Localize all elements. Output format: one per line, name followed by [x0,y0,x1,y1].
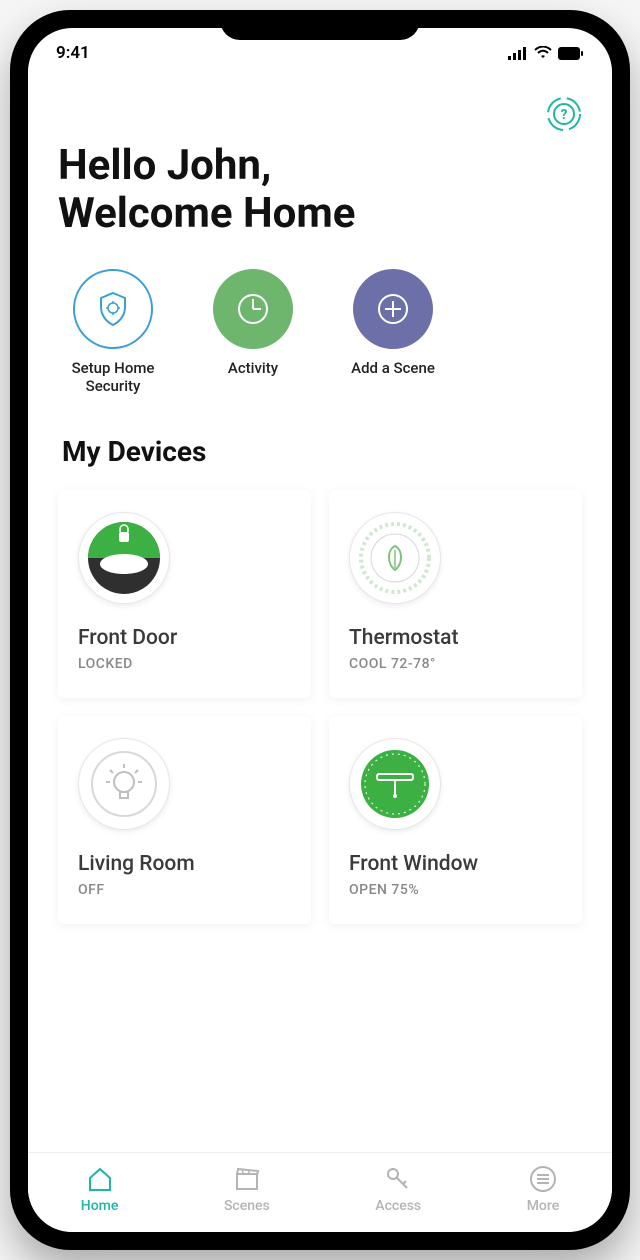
device-status: LOCKED [78,656,291,672]
clapperboard-icon [232,1164,262,1194]
home-icon [85,1164,115,1194]
help-icon[interactable]: ? [546,96,582,132]
lock-device-icon [86,520,162,596]
phone-screen: 9:41 ? Hello John, Welcome Home [28,28,612,1232]
device-grid: Front Door LOCKED Thermostat COOL 72-78° [58,490,582,924]
tab-home[interactable]: Home [81,1164,119,1214]
device-name: Thermostat [349,626,562,650]
device-status: OPEN 75% [349,882,562,898]
tab-bar: Home Scenes Access More [28,1152,612,1232]
greeting-line1: Hello John, [58,141,271,190]
tab-label: More [527,1198,560,1214]
device-name: Living Room [78,852,291,876]
phone-notch [220,10,420,40]
menu-circle-icon [528,1164,558,1194]
device-status: COOL 72-78° [349,656,562,672]
status-indicators [508,46,584,60]
device-name: Front Window [349,852,562,876]
qa-label: Activity [228,359,278,377]
main-content: ? Hello John, Welcome Home Setup [28,78,612,1152]
tab-label: Scenes [224,1198,270,1214]
phone-frame: 9:41 ? Hello John, Welcome Home [10,10,630,1250]
wifi-icon [534,46,552,60]
tab-more[interactable]: More [527,1164,560,1214]
key-icon [383,1164,413,1194]
device-card-thermostat[interactable]: Thermostat COOL 72-78° [329,490,582,698]
plus-circle-icon [373,289,413,329]
svg-text:?: ? [561,107,568,123]
tab-label: Access [375,1198,421,1214]
device-card-front-door[interactable]: Front Door LOCKED [58,490,311,698]
device-card-front-window[interactable]: Front Window OPEN 75% [329,716,582,924]
device-card-living-room[interactable]: Living Room OFF [58,716,311,924]
setup-home-security-button[interactable]: Setup Home Security [58,269,168,395]
tab-label: Home [81,1198,119,1214]
shield-gear-icon [93,289,133,329]
qa-label: Setup Home Security [58,359,168,395]
greeting: Hello John, Welcome Home [58,142,582,239]
status-time: 9:41 [56,43,90,63]
thermostat-leaf-icon [357,520,433,596]
clock-icon [233,289,273,329]
lightbulb-icon [86,746,162,822]
activity-button[interactable]: Activity [198,269,308,395]
greeting-line2: Welcome Home [58,189,355,238]
qa-label: Add a Scene [351,359,435,377]
my-devices-title: My Devices [62,435,582,468]
add-scene-button[interactable]: Add a Scene [338,269,448,395]
quick-actions-row: Setup Home Security Activity [58,269,582,395]
battery-icon [558,47,584,60]
device-name: Front Door [78,626,291,650]
window-shade-icon [357,746,433,822]
cellular-icon [508,46,528,60]
device-status: OFF [78,882,291,898]
tab-access[interactable]: Access [375,1164,421,1214]
tab-scenes[interactable]: Scenes [224,1164,270,1214]
